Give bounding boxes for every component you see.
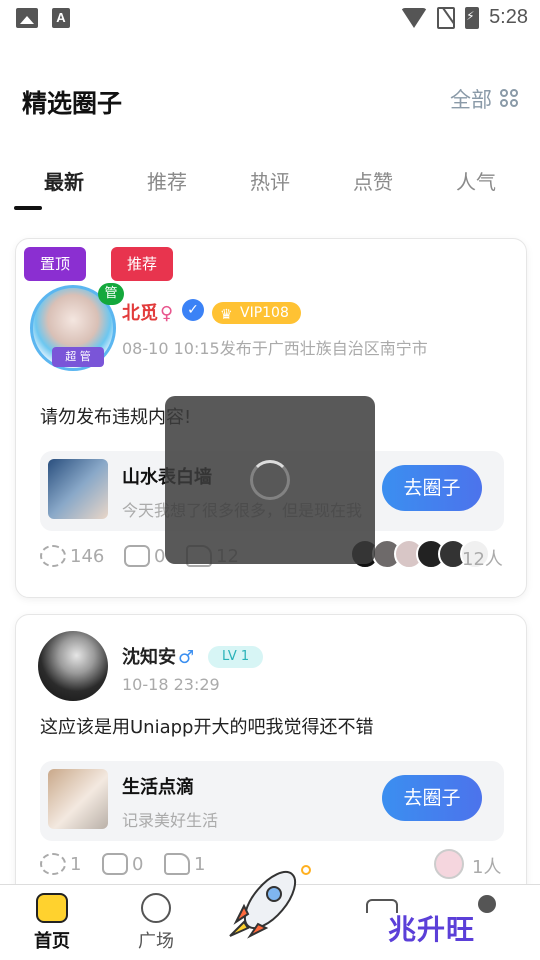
all-label: 全部 (450, 88, 492, 112)
loading-overlay (165, 396, 375, 564)
admin-tag: 管 (98, 283, 124, 305)
vip-level: VIP108 (240, 305, 289, 321)
brand-logo: 兆升旺 (388, 913, 476, 946)
comments-count: 0 (154, 545, 166, 567)
post-meta: 10-18 23:29 (122, 675, 220, 694)
no-sim-icon (437, 6, 456, 29)
female-icon: ♀ (160, 303, 174, 324)
verified-icon: ✓ (182, 299, 204, 321)
loading-spinner-icon (250, 460, 290, 500)
comments-count: 0 (132, 853, 144, 875)
home-icon (36, 893, 68, 923)
author-name[interactable]: 北觅 ♀ (122, 299, 173, 325)
comment-icon (124, 545, 150, 567)
views-count: 146 (70, 545, 105, 567)
compass-icon (141, 893, 171, 923)
comments-stat[interactable]: 0 (124, 545, 165, 567)
recommended-badge: 推荐 (111, 247, 174, 281)
rocket-publish-icon[interactable] (222, 862, 314, 942)
battery-charging-icon (465, 6, 480, 29)
tab-bar: 最新 推荐 热评 点赞 人气 (0, 160, 540, 212)
tab-home[interactable]: 首页 (12, 893, 92, 953)
tab-popularity[interactable]: 人气 (456, 166, 496, 195)
vip-badge: ♛ VIP108 (212, 302, 301, 324)
comments-stat[interactable]: 0 (102, 853, 143, 875)
members-count: 1人 (472, 857, 502, 878)
post-meta: 08-10 10:15发布于广西壮族自治区南宁市 (122, 339, 428, 358)
tab-square[interactable]: 广场 (116, 893, 196, 953)
author-avatar[interactable] (38, 631, 108, 701)
tab-hot-comments[interactable]: 热评 (250, 166, 290, 195)
author-name-text: 沈知安 (122, 647, 176, 668)
tab-square-label: 广场 (138, 931, 174, 952)
likes-stat[interactable]: 1 (164, 853, 205, 875)
views-stat: 1 (40, 853, 81, 875)
likes-count: 1 (194, 853, 206, 875)
views-count: 1 (70, 853, 82, 875)
post-card[interactable]: 沈知安 ♂ LV 1 10-18 23:29 这应该是用Uniapp开大的吧我觉得… (15, 614, 527, 904)
page-title: 精选圈子 (22, 89, 123, 118)
author-name-text: 北觅 (122, 303, 158, 324)
visits-icon (40, 545, 66, 567)
circle-link[interactable]: 生活点滴 记录美好生活 去圈子 (40, 761, 504, 841)
tab-indicator (14, 206, 42, 210)
header: 精选圈子 全部 (0, 76, 540, 124)
go-to-circle-button[interactable]: 去圈子 (382, 775, 482, 821)
like-icon (164, 853, 190, 875)
text-notification-icon: A (52, 8, 70, 28)
all-circles-button[interactable]: 全部 (450, 84, 520, 114)
profile-icon[interactable] (478, 895, 496, 913)
go-to-circle-button[interactable]: 去圈子 (382, 465, 482, 511)
circle-name: 生活点滴 (122, 777, 194, 798)
male-icon: ♂ (178, 647, 195, 668)
circle-thumbnail (48, 769, 108, 829)
visits-icon (40, 853, 66, 875)
members-count: 12人 (462, 549, 503, 570)
wifi-icon (401, 7, 428, 28)
level-badge: LV 1 (208, 646, 264, 668)
author-name[interactable]: 沈知安 ♂ (122, 643, 194, 669)
tab-home-label: 首页 (34, 931, 70, 952)
crown-icon: ♛ (220, 307, 233, 323)
tab-likes[interactable]: 点赞 (353, 166, 393, 195)
comment-icon (102, 853, 128, 875)
tab-recommended[interactable]: 推荐 (147, 166, 187, 195)
views-stat: 146 (40, 545, 104, 567)
pinned-badge: 置顶 (24, 247, 87, 281)
gallery-notification-icon (16, 8, 38, 28)
status-bar: A 5:28 (0, 0, 540, 38)
post-content: 这应该是用Uniapp开大的吧我觉得还不错 (40, 717, 374, 738)
grid-icon (500, 89, 520, 109)
tab-latest[interactable]: 最新 (44, 166, 84, 195)
circle-description: 记录美好生活 (122, 811, 219, 830)
circle-thumbnail (48, 459, 108, 519)
super-admin-frame-tag: 超 管 (52, 347, 104, 367)
status-time: 5:28 (489, 6, 528, 28)
member-avatars[interactable] (434, 849, 464, 879)
